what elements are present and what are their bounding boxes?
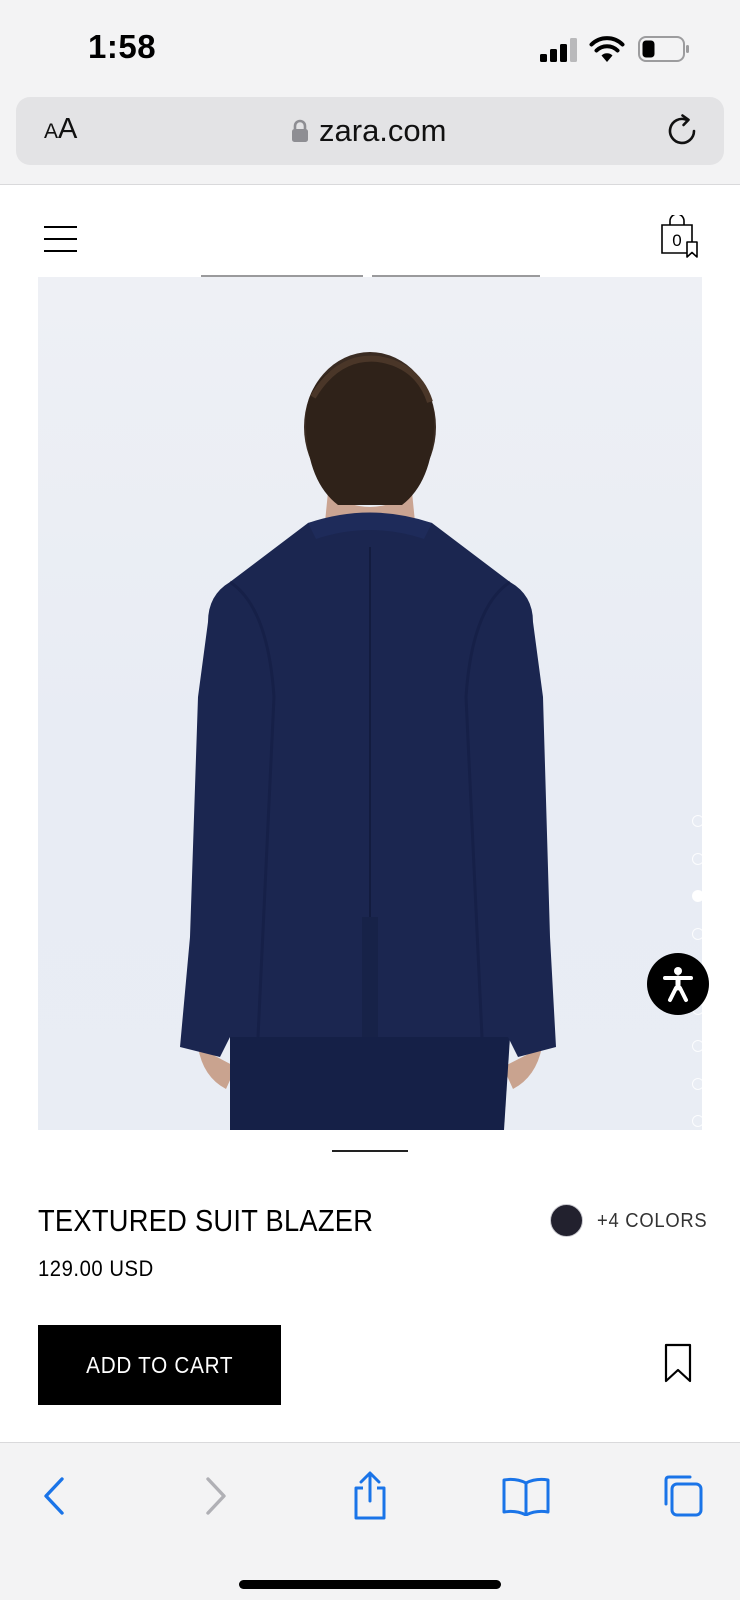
address-bar[interactable]: AA zara.com [16, 97, 724, 165]
url-field[interactable]: zara.com [291, 111, 446, 151]
gallery-dot[interactable] [692, 1115, 702, 1127]
gallery-dot-active[interactable] [692, 890, 702, 902]
browser-address-area: AA zara.com [0, 92, 740, 185]
back-icon [44, 1477, 64, 1515]
more-colors-link[interactable]: +4 COLORS [597, 1210, 707, 1233]
bookmarks-icon [502, 1477, 550, 1516]
tabs-icon [664, 1475, 703, 1517]
gallery-dot[interactable] [692, 927, 702, 940]
product-image[interactable] [38, 277, 702, 1130]
browser-toolbar [0, 1442, 740, 1600]
bookmark-icon[interactable] [664, 1343, 692, 1383]
wifi-icon [589, 36, 625, 62]
back-button[interactable] [30, 1471, 80, 1521]
battery-icon [638, 36, 689, 62]
share-icon [354, 1471, 386, 1520]
gallery-dot[interactable] [692, 1077, 702, 1090]
add-to-cart-label: ADD TO CART [85, 1351, 234, 1378]
cellular-signal-icon [540, 38, 578, 62]
product-price: 129.00 USD [38, 1256, 154, 1281]
cart-count: 0 [672, 231, 681, 250]
accessibility-icon [663, 967, 693, 1002]
reload-icon[interactable] [664, 113, 700, 149]
share-button[interactable] [345, 1471, 395, 1521]
url-text: zara.com [319, 113, 447, 148]
gallery-dot[interactable] [692, 1040, 702, 1052]
text-size-button[interactable]: AA [44, 113, 77, 149]
gallery-dot[interactable] [692, 815, 702, 827]
model-photo [180, 352, 556, 1130]
menu-icon[interactable] [44, 226, 77, 252]
site-header: 0 [0, 185, 740, 277]
lock-icon [292, 119, 308, 142]
tabs-button[interactable] [657, 1471, 707, 1521]
color-swatch[interactable] [550, 1204, 583, 1237]
forward-icon [206, 1477, 226, 1515]
status-time: 1:58 [88, 28, 157, 65]
gallery-dot[interactable] [692, 852, 702, 865]
gallery-scroll-indicator [332, 1150, 408, 1152]
bookmarks-button[interactable] [501, 1471, 551, 1521]
status-bar: 1:58 [0, 0, 740, 92]
add-to-cart-button[interactable]: ADD TO CART [38, 1325, 281, 1405]
accessibility-button[interactable] [647, 953, 709, 1015]
shopping-bag-icon[interactable]: 0 [660, 215, 702, 259]
home-indicator [239, 1580, 501, 1589]
product-title: TEXTURED SUIT BLAZER [38, 1203, 374, 1238]
forward-button[interactable] [190, 1471, 240, 1521]
